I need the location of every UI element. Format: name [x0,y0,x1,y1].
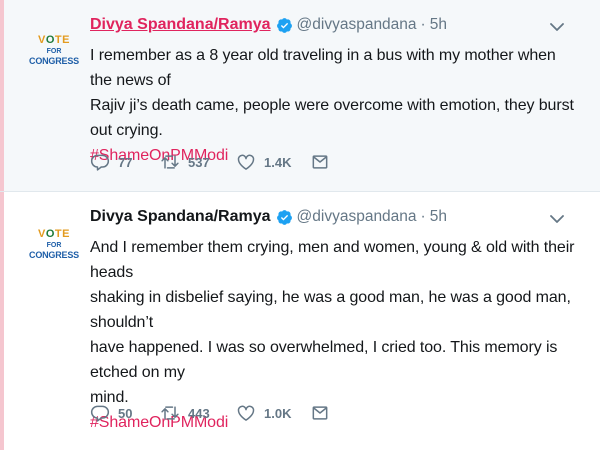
tweet-text-line: And I remember them crying, men and wome… [90,239,575,281]
avatar-congress-text: CONGRESS [29,249,79,260]
reply-count: 77 [118,154,133,170]
reply-icon [90,154,110,171]
like-icon [237,405,255,421]
timestamp[interactable]: 5h [430,208,447,226]
verified-badge-icon [276,209,292,225]
tweet-text-line: I remember as a 8 year old traveling in … [90,47,556,89]
reply-icon [90,405,110,422]
tweet[interactable]: VOTE FOR CONGRESS Divya Spandana/Ramya @… [4,0,600,192]
like-count: 1.4K [264,154,292,170]
tweet-actions: 50 443 1.0K [90,401,330,425]
display-name[interactable]: Divya Spandana/Ramya [90,16,271,34]
chevron-down-icon[interactable] [550,214,564,224]
avatar-congress-text: CONGRESS [29,55,79,66]
retweet-button[interactable]: 537 [160,152,236,172]
avatar-vote-text: VOTE [38,33,70,46]
tweet-text-line: Rajiv ji’s death came, people were overc… [90,97,574,139]
separator-dot: · [420,16,426,33]
tweet-text-line: shaking in disbelief saying, he was a go… [90,289,571,331]
chevron-down-icon[interactable] [550,22,564,32]
like-button[interactable]: 1.4K [236,152,310,172]
handle[interactable]: @divyaspandana [297,16,417,34]
tweet-header: Divya Spandana/Ramya @divyaspandana · 5h [90,14,447,36]
direct-message-button[interactable] [310,403,330,423]
like-button[interactable]: 1.0K [236,403,310,423]
reply-button[interactable]: 77 [90,152,160,172]
tweet[interactable]: VOTE FOR CONGRESS Divya Spandana/Ramya @… [4,192,600,450]
retweet-icon [161,155,179,169]
avatar-vote-text: VOTE [38,227,70,240]
timestamp[interactable]: 5h [430,16,447,34]
separator-dot: · [420,208,426,225]
tweet-actions: 77 537 1.4K [90,150,330,174]
retweet-button[interactable]: 443 [160,403,236,423]
avatar-for-text: FOR [46,47,62,55]
like-count: 1.0K [264,405,292,421]
retweet-count: 537 [188,154,210,170]
like-icon [237,154,255,170]
reply-button[interactable]: 50 [90,403,160,423]
avatar[interactable]: VOTE FOR CONGRESS [24,20,84,80]
retweet-icon [161,406,179,420]
reply-count: 50 [118,405,133,421]
display-name[interactable]: Divya Spandana/Ramya [90,208,271,226]
retweet-count: 443 [188,405,210,421]
tweet-header: Divya Spandana/Ramya @divyaspandana · 5h [90,206,447,228]
verified-badge-icon [276,17,292,33]
direct-message-icon [312,155,328,169]
tweet-text-line: have happened. I was so overwhelmed, I c… [90,339,558,381]
avatar[interactable]: VOTE FOR CONGRESS [24,214,84,274]
direct-message-icon [312,406,328,420]
avatar-for-text: FOR [46,241,62,249]
direct-message-button[interactable] [310,152,330,172]
handle[interactable]: @divyaspandana [297,208,417,226]
